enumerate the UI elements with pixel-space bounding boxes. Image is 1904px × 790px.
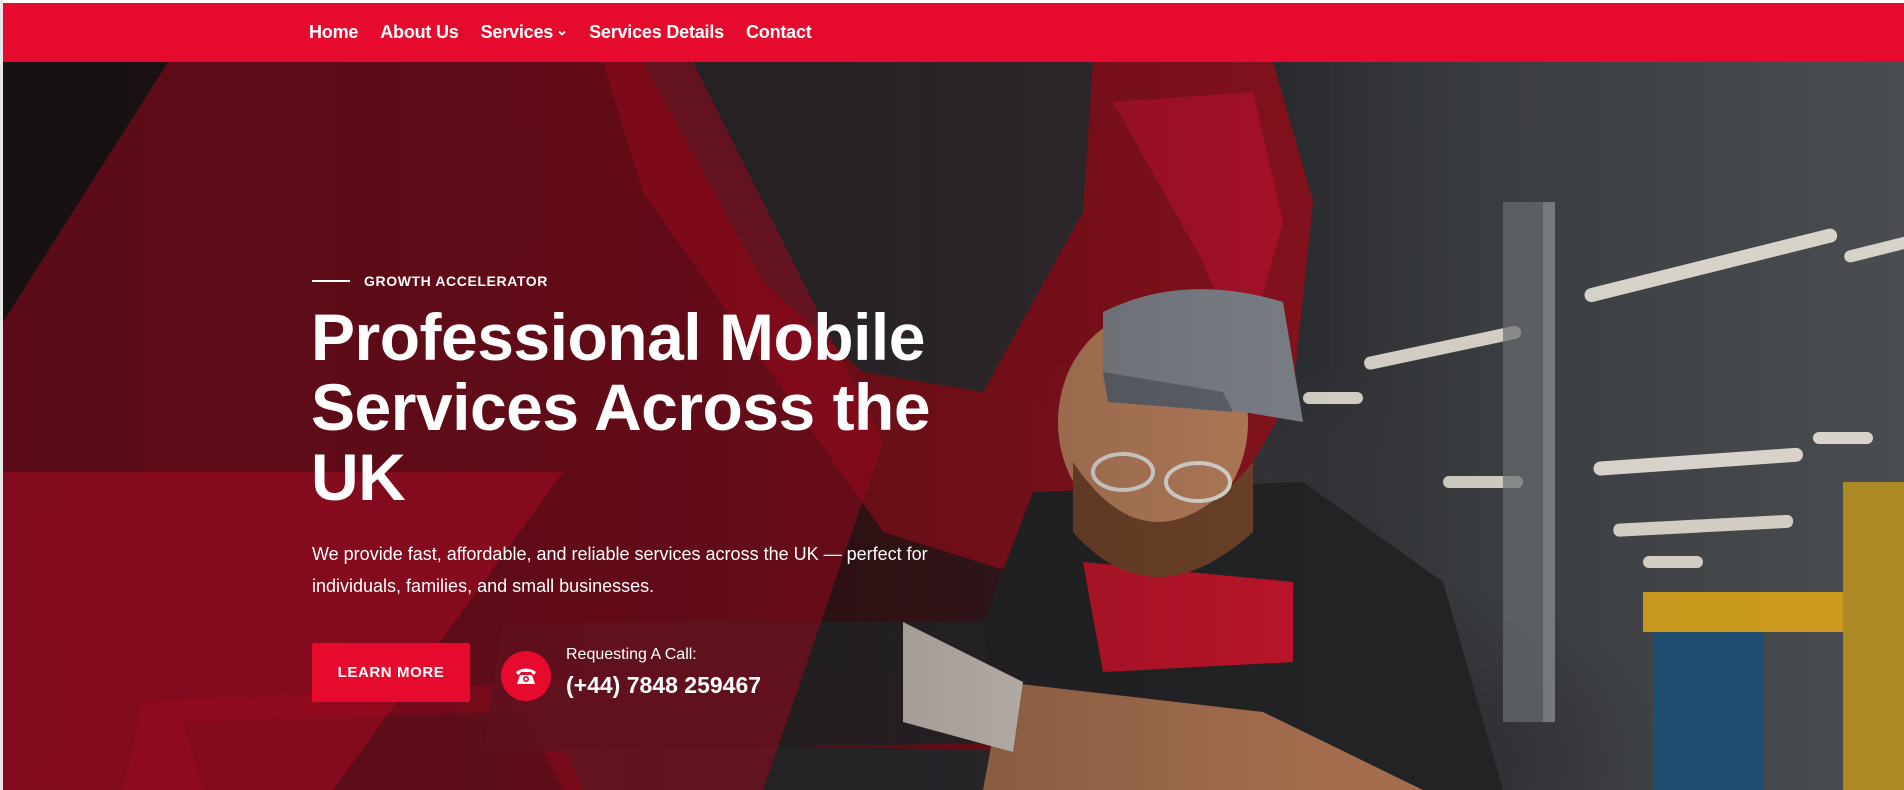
telephone-glyph: [516, 668, 536, 684]
nav-item-label: About Us: [380, 22, 459, 42]
call-label: Requesting A Call:: [566, 646, 697, 663]
eyebrow-text: GROWTH ACCELERATOR: [364, 273, 548, 289]
chevron-down-icon: [558, 30, 566, 36]
nav-item-label: Services Details: [589, 22, 724, 42]
hero-headline: Professional Mobile Services Across the …: [311, 302, 951, 512]
nav-item-contact[interactable]: Contact: [746, 22, 812, 43]
hero-section: GROWTH ACCELERATOR Professional Mobile S…: [3, 62, 1904, 790]
hero-eyebrow: GROWTH ACCELERATOR: [312, 273, 548, 289]
nav-item-about-us[interactable]: About Us: [380, 22, 459, 43]
hero-description: We provide fast, affordable, and reliabl…: [312, 544, 928, 596]
eyebrow-line: [312, 280, 350, 282]
learn-more-button[interactable]: LEARN MORE: [312, 643, 470, 702]
headline-line-2: Services Across the: [311, 370, 931, 444]
nav-item-services[interactable]: Services: [481, 22, 567, 43]
main-navbar: Home About Us Services Services Details …: [3, 3, 1904, 62]
nav-item-home[interactable]: Home: [309, 22, 358, 43]
nav-item-label: Home: [309, 22, 359, 42]
call-phone-number[interactable]: (+44) 7848 259467: [566, 672, 761, 699]
nav-item-label: Services: [480, 22, 554, 42]
phone-icon[interactable]: [501, 651, 551, 701]
nav-menu: Home About Us Services Services Details …: [309, 3, 834, 62]
page: Home About Us Services Services Details …: [0, 0, 1904, 790]
nav-item-label: Contact: [745, 22, 812, 42]
headline-line-3: UK: [311, 440, 406, 514]
left-border: [0, 0, 3, 790]
nav-item-services-details[interactable]: Services Details: [589, 22, 724, 43]
headline-line-1: Professional Mobile: [311, 300, 925, 374]
